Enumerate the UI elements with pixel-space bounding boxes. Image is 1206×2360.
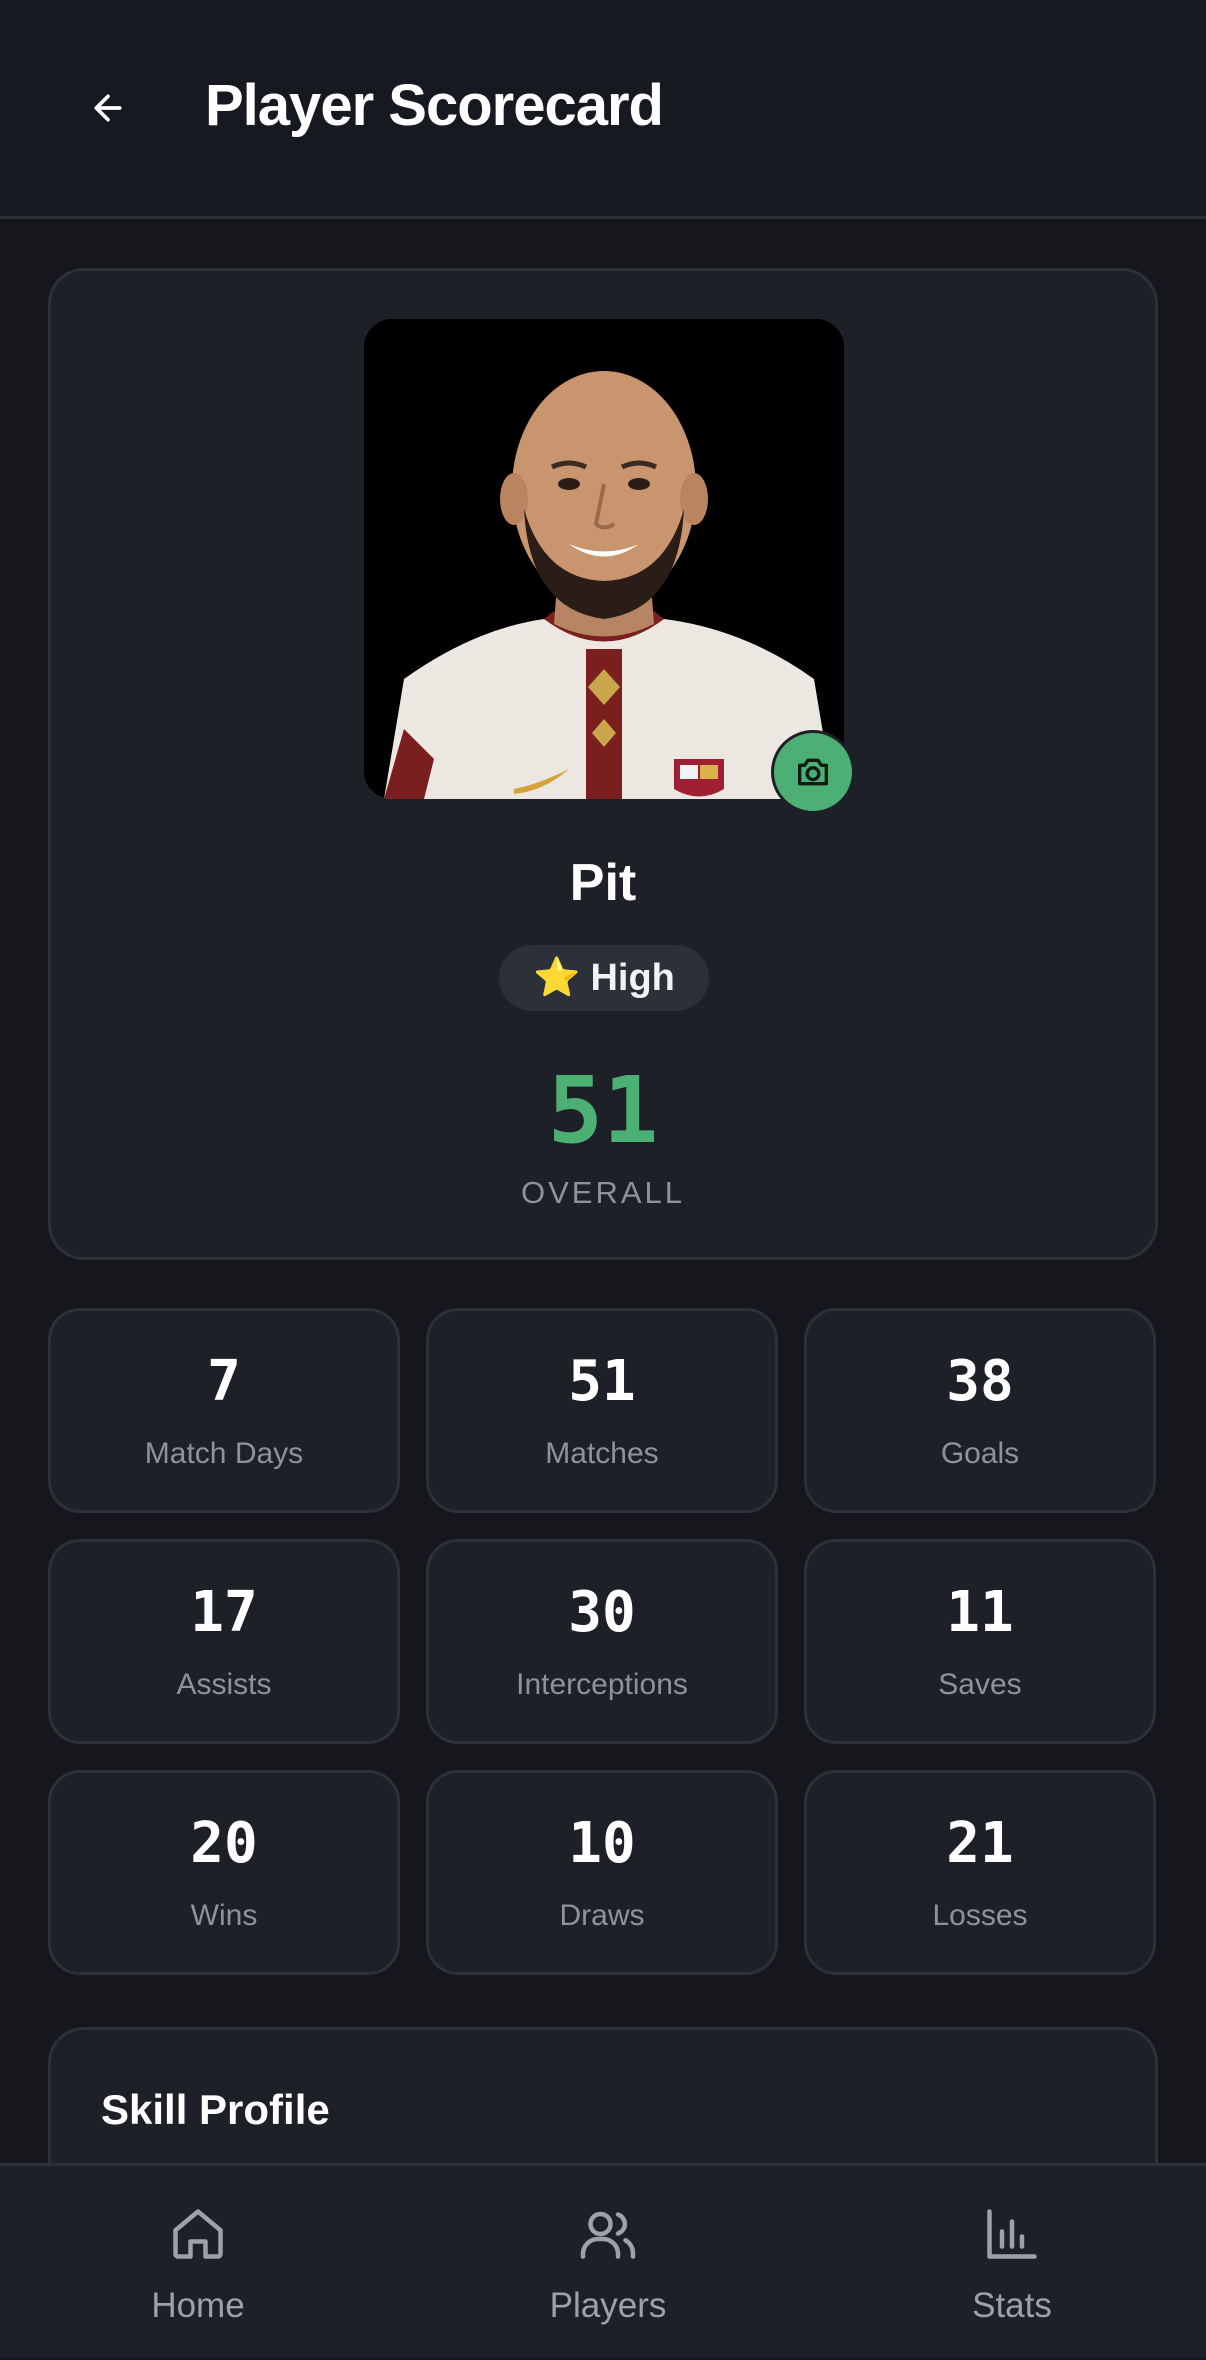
player-photo <box>364 319 844 799</box>
home-icon <box>173 2209 223 2259</box>
stat-card-saves: 11 Saves <box>804 1539 1156 1744</box>
stat-card-wins: 20 Wins <box>48 1770 400 1975</box>
nav-item-players[interactable]: Players <box>478 2166 738 2360</box>
stat-card-goals: 38 Goals <box>804 1308 1156 1513</box>
stat-label: Assists <box>176 1668 272 1701</box>
star-icon: ⭐ <box>533 957 581 999</box>
nav-label: Players <box>549 2286 667 2325</box>
stat-label: Match Days <box>144 1437 304 1470</box>
stat-card-matches: 51 Matches <box>426 1308 778 1513</box>
skill-profile-title: Skill Profile <box>101 2086 330 2133</box>
player-profile-card: Pit ⭐ High 51 OVERALL <box>48 268 1158 1260</box>
stat-label: Saves <box>938 1668 1022 1701</box>
player-name: Pit <box>569 854 637 912</box>
stat-card-interceptions: 30 Interceptions <box>426 1539 778 1744</box>
nav-label: Home <box>151 2286 245 2325</box>
camera-icon <box>798 758 828 786</box>
back-button[interactable] <box>78 78 138 138</box>
nav-label: Stats <box>972 2286 1052 2325</box>
tier-badge: ⭐ High <box>499 945 709 1011</box>
users-icon <box>580 2211 636 2259</box>
overall-rating: 51 <box>547 1057 659 1164</box>
stat-label: Interceptions <box>516 1668 688 1701</box>
stat-value: 51 <box>568 1349 636 1414</box>
stat-label: Goals <box>940 1437 1020 1470</box>
stat-value: 21 <box>946 1811 1014 1876</box>
stat-label: Losses <box>932 1899 1028 1932</box>
nav-item-home[interactable]: Home <box>68 2166 328 2360</box>
bottom-nav: Home Players Stats <box>0 2163 1206 2357</box>
tier-label: High <box>590 956 675 999</box>
bar-chart-icon <box>987 2209 1037 2259</box>
app-header: Player Scorecard <box>0 0 1206 219</box>
stat-card-match-days: 7 Match Days <box>48 1308 400 1513</box>
overall-label: OVERALL <box>520 1175 685 1210</box>
stat-value: 30 <box>568 1580 636 1645</box>
page-title: Player Scorecard <box>205 73 664 138</box>
stat-label: Matches <box>545 1437 659 1470</box>
stat-value: 7 <box>207 1349 241 1414</box>
change-photo-button[interactable] <box>771 730 855 814</box>
stat-label: Wins <box>190 1899 258 1932</box>
stat-value: 17 <box>190 1580 258 1645</box>
stat-card-assists: 17 Assists <box>48 1539 400 1744</box>
stat-card-draws: 10 Draws <box>426 1770 778 1975</box>
stat-value: 38 <box>946 1349 1014 1414</box>
stat-card-losses: 21 Losses <box>804 1770 1156 1975</box>
arrow-left-icon <box>94 94 122 122</box>
stat-label: Draws <box>559 1899 645 1932</box>
nav-item-stats[interactable]: Stats <box>882 2166 1142 2360</box>
stat-value: 10 <box>568 1811 636 1876</box>
stat-value: 20 <box>190 1811 258 1876</box>
stat-value: 11 <box>946 1580 1014 1645</box>
